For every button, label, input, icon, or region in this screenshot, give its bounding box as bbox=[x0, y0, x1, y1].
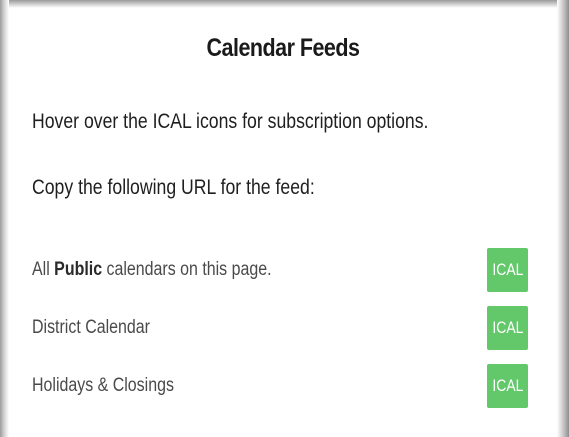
ical-button-all-public[interactable]: ICAL bbox=[487, 248, 528, 292]
dialog-shadow-left bbox=[0, 0, 9, 437]
ical-button-district-calendar[interactable]: ICAL bbox=[487, 306, 528, 350]
ical-button-holidays-closings[interactable]: ICAL bbox=[487, 364, 528, 408]
ical-button-label: ICAL bbox=[491, 376, 523, 395]
feed-label-holidays-closings: Holidays & Closings bbox=[32, 375, 174, 396]
ical-button-label: ICAL bbox=[491, 260, 523, 279]
feed-label-all-public: All Public calendars on this page. bbox=[32, 248, 272, 292]
calendar-feeds-panel: Calendar Feeds Hover over the ICAL icons… bbox=[9, 8, 557, 437]
copy-instruction-text: Copy the following URL for the feed: bbox=[32, 176, 315, 199]
feed-label-prefix: All bbox=[32, 259, 55, 280]
calendar-feeds-dialog-frame: Calendar Feeds Hover over the ICAL icons… bbox=[0, 0, 569, 437]
ical-button-label: ICAL bbox=[491, 318, 523, 337]
dialog-title: Calendar Feeds bbox=[206, 34, 360, 62]
feed-label-suffix: calendars on this page. bbox=[102, 259, 272, 280]
dialog-shadow-top bbox=[0, 0, 569, 8]
feed-row-district-calendar: District Calendar ICAL bbox=[9, 306, 557, 350]
feed-label-district-calendar: District Calendar bbox=[32, 317, 150, 338]
feed-row-holidays-closings: Holidays & Closings ICAL bbox=[9, 364, 557, 408]
feed-label-bold: Public bbox=[54, 259, 103, 280]
feed-row-all-public: All Public calendars on this page. ICAL bbox=[9, 248, 557, 292]
hover-instruction-text: Hover over the ICAL icons for subscripti… bbox=[32, 110, 429, 133]
dialog-shadow-right bbox=[557, 0, 569, 437]
